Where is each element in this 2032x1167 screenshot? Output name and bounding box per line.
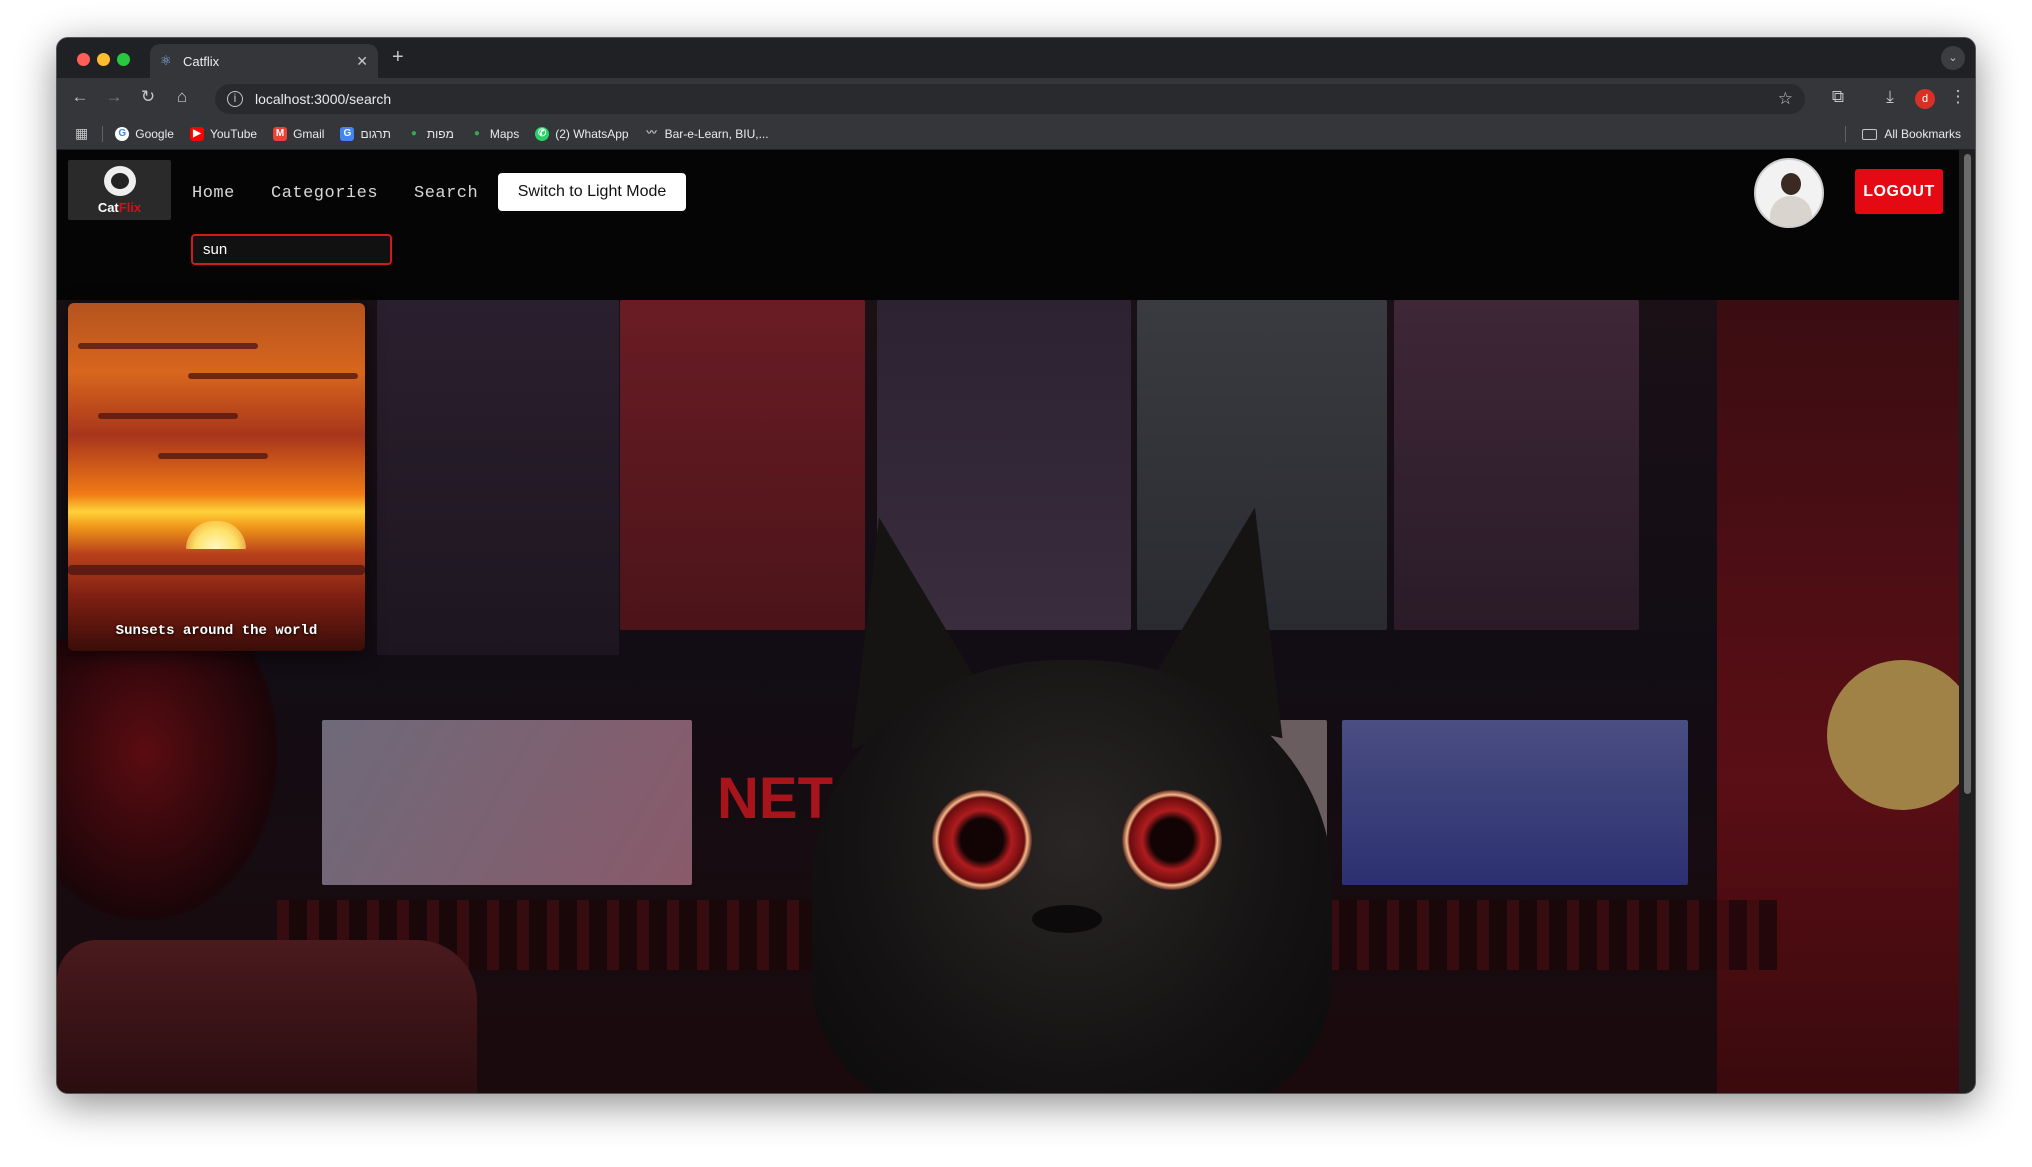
movie-title: Sunsets around the world bbox=[115, 623, 318, 639]
new-tab-button[interactable]: + bbox=[392, 46, 404, 69]
bookmark-label: Google bbox=[135, 126, 174, 141]
map-pin-icon: ● bbox=[473, 127, 480, 139]
toolbar: ← → ↻ ⌂ i localhost:3000/search ☆ ⧉ ⤓ d … bbox=[57, 78, 1975, 118]
scrollbar-thumb[interactable] bbox=[1964, 154, 1971, 794]
bookmark-label: Bar-e-Learn, BIU,... bbox=[664, 126, 769, 141]
card-cloud bbox=[158, 453, 268, 459]
browser-window: ⚛ Catflix ✕ + ⌄ ← → ↻ ⌂ i localhost:3000… bbox=[56, 37, 1976, 1094]
background-poster bbox=[377, 300, 619, 655]
cat-eye bbox=[932, 790, 1032, 890]
nav-home-link[interactable]: Home bbox=[192, 184, 235, 203]
logo-text-cat: Cat bbox=[97, 200, 119, 215]
translate-icon: G bbox=[340, 126, 355, 141]
catflix-page: NET CatFlix Home Categories Search Switc… bbox=[57, 150, 1959, 1093]
close-window-button[interactable] bbox=[77, 53, 90, 66]
browser-profile-avatar[interactable]: d bbox=[1915, 89, 1935, 109]
whatsapp-icon: ✆ bbox=[535, 126, 550, 141]
background-poster bbox=[1342, 720, 1688, 885]
background-plant bbox=[57, 640, 277, 920]
cat-eye bbox=[1122, 790, 1222, 890]
bookmark-whatsapp[interactable]: ✆ (2) WhatsApp bbox=[535, 126, 629, 141]
bookmark-label: (2) WhatsApp bbox=[555, 126, 629, 141]
tab-catflix[interactable]: ⚛ Catflix ✕ bbox=[150, 44, 378, 78]
forward-icon[interactable]: → bbox=[103, 87, 125, 107]
bookmark-maps[interactable]: ● Maps bbox=[470, 127, 519, 141]
download-icon[interactable]: ⤓ bbox=[1879, 87, 1901, 107]
folder-icon bbox=[1862, 128, 1878, 140]
bookmarks-divider bbox=[1845, 126, 1847, 142]
react-favicon-icon: ⚛ bbox=[160, 53, 172, 68]
cat-nose bbox=[1032, 905, 1102, 933]
close-tab-icon[interactable]: ✕ bbox=[356, 53, 368, 70]
card-cloud bbox=[188, 373, 358, 379]
background-poster bbox=[322, 720, 692, 885]
youtube-icon: ▶ bbox=[189, 126, 204, 141]
bookmark-label: תרגום bbox=[360, 126, 391, 141]
home-icon[interactable]: ⌂ bbox=[171, 87, 193, 107]
tab-strip: ⚛ Catflix ✕ + ⌄ bbox=[57, 38, 1975, 78]
search-result-card[interactable]: Sunsets around the world bbox=[68, 303, 365, 651]
gmail-icon: M bbox=[273, 126, 288, 141]
reload-icon[interactable]: ↻ bbox=[137, 87, 159, 107]
catflix-logo[interactable]: CatFlix bbox=[68, 160, 171, 220]
google-icon: G bbox=[115, 126, 130, 141]
cat-illustration bbox=[812, 660, 1332, 1093]
bookmark-maps-he[interactable]: ● מפות bbox=[407, 127, 454, 141]
card-cloud bbox=[78, 343, 258, 349]
all-bookmarks-label: All Bookmarks bbox=[1884, 127, 1961, 141]
card-sun bbox=[186, 521, 246, 549]
background-poster bbox=[1394, 300, 1639, 630]
back-icon[interactable]: ← bbox=[69, 87, 91, 107]
bookmark-label: Gmail bbox=[293, 126, 325, 141]
background-logo-art: NET bbox=[717, 766, 833, 831]
bookmark-label: מפות bbox=[426, 126, 454, 141]
nav-search-link[interactable]: Search bbox=[414, 184, 478, 203]
url-text: localhost:3000/search bbox=[255, 91, 392, 107]
elearn-icon: 〰 bbox=[646, 127, 657, 139]
bookmark-label: YouTube bbox=[209, 126, 258, 141]
logo-text: CatFlix bbox=[68, 200, 171, 215]
switch-theme-button[interactable]: Switch to Light Mode bbox=[498, 173, 686, 211]
apps-grid-icon[interactable]: ▦ bbox=[75, 125, 88, 142]
bookmarks-bar: ▦ G Google ▶ YouTube M Gmail G תרגום ● מפות ●… bbox=[57, 118, 1975, 150]
avatar-head bbox=[1781, 173, 1801, 195]
bookmarks-divider bbox=[102, 125, 104, 142]
site-info-icon[interactable]: i bbox=[227, 91, 243, 107]
card-cloud bbox=[68, 565, 365, 575]
user-avatar[interactable] bbox=[1754, 158, 1824, 228]
bookmark-bar-e-learn[interactable]: 〰 Bar-e-Learn, BIU,... bbox=[645, 127, 769, 141]
search-input[interactable]: sun bbox=[191, 234, 392, 265]
bookmark-translate[interactable]: G תרגום bbox=[340, 126, 391, 141]
background-sofa bbox=[57, 940, 477, 1093]
maximize-window-button[interactable] bbox=[117, 53, 130, 66]
logo-text-flix: Flix bbox=[118, 200, 142, 215]
map-pin-icon: ● bbox=[410, 127, 417, 139]
tab-title: Catflix bbox=[183, 53, 220, 69]
tab-search-button[interactable]: ⌄ bbox=[1941, 46, 1965, 70]
bookmark-gmail[interactable]: M Gmail bbox=[273, 126, 325, 141]
top-navbar: CatFlix Home Categories Search Switch to… bbox=[57, 150, 1959, 300]
avatar-body bbox=[1770, 196, 1812, 226]
cat-logo-icon bbox=[104, 166, 136, 196]
extensions-icon[interactable]: ⧉ bbox=[1827, 87, 1849, 107]
bookmark-youtube[interactable]: ▶ YouTube bbox=[189, 126, 258, 141]
bookmark-google[interactable]: G Google bbox=[115, 126, 174, 141]
page-scrollbar[interactable] bbox=[1959, 150, 1975, 1093]
card-cloud bbox=[98, 413, 238, 419]
bookmark-label: Maps bbox=[489, 126, 520, 141]
nav-categories-link[interactable]: Categories bbox=[271, 184, 378, 203]
kebab-menu-icon[interactable]: ⋮ bbox=[1947, 87, 1969, 107]
logout-button[interactable]: LOGOUT bbox=[1855, 169, 1943, 214]
bookmark-star-icon[interactable]: ☆ bbox=[1778, 89, 1793, 109]
all-bookmarks-button[interactable]: All Bookmarks bbox=[1845, 126, 1961, 142]
address-bar[interactable]: i localhost:3000/search ☆ bbox=[215, 84, 1805, 114]
minimize-window-button[interactable] bbox=[97, 53, 110, 66]
